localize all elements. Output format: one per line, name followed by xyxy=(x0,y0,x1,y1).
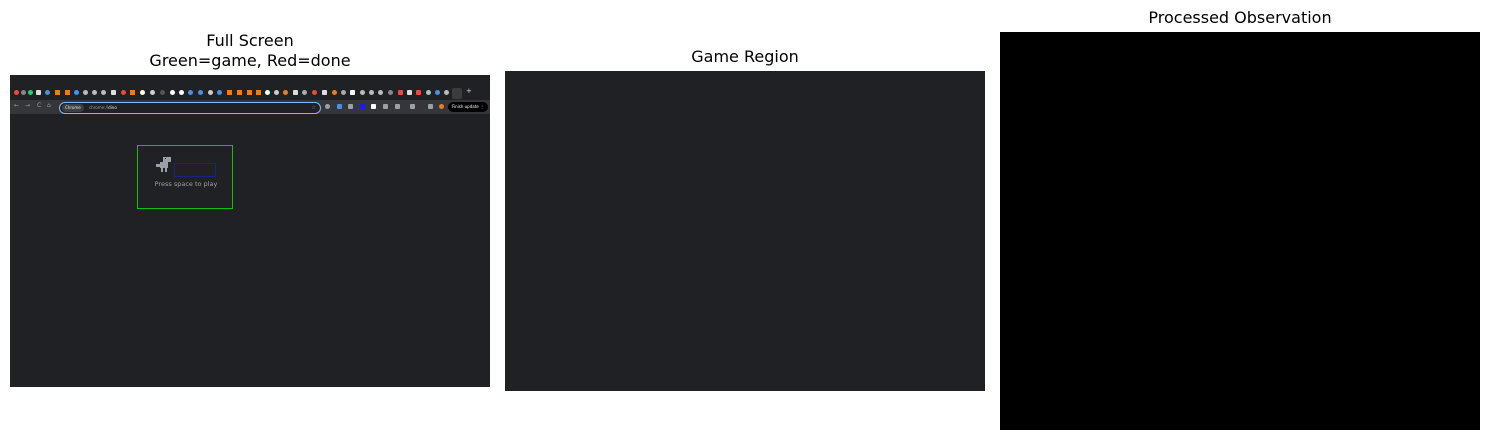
processed-observation-title: Processed Observation xyxy=(1148,8,1332,27)
tab-favicon-icon[interactable] xyxy=(160,90,165,95)
finish-update-button[interactable]: Finish update ⋮ xyxy=(448,102,488,112)
game-region-panel xyxy=(505,71,985,391)
tab-favicon-icon[interactable] xyxy=(312,90,317,95)
tab-favicon-icon[interactable] xyxy=(227,90,232,95)
tab-favicon-icon[interactable] xyxy=(55,90,60,95)
processed-observation-panel xyxy=(1000,32,1480,430)
home-icon[interactable]: ⌂ xyxy=(47,102,51,109)
tab-favicon-icon[interactable] xyxy=(416,90,421,95)
back-icon[interactable]: ← xyxy=(14,102,19,109)
tab-favicon-icon[interactable] xyxy=(426,90,431,95)
tab-favicon-icon[interactable] xyxy=(140,90,145,95)
tab-favicon-icon[interactable] xyxy=(83,90,88,95)
tab-favicon-icon[interactable] xyxy=(283,90,288,95)
extension-icon[interactable] xyxy=(325,104,330,109)
full-screen-title: Full Screen Green=game, Red=done xyxy=(10,31,490,71)
tab-favicon-icon[interactable] xyxy=(28,90,33,95)
new-tab-button[interactable]: + xyxy=(466,87,472,95)
url-prefix: chrome:// xyxy=(89,105,109,110)
tab-favicon-icon[interactable] xyxy=(322,90,327,95)
game-region-title: Game Region xyxy=(691,47,799,66)
browser-tab-bar: + xyxy=(10,87,490,100)
full-screen-title-line1: Full Screen xyxy=(206,31,294,50)
done-bounding-box xyxy=(174,163,216,177)
press-space-prompt: Press space to play xyxy=(154,180,218,188)
tab-favicon-icon[interactable] xyxy=(217,90,222,95)
profile-avatar-icon[interactable] xyxy=(439,104,444,109)
tab-favicon-icon[interactable] xyxy=(237,90,242,95)
tab-favicon-icon[interactable] xyxy=(21,90,26,95)
tab-favicon-icon[interactable] xyxy=(121,90,126,95)
tab-favicon-icon[interactable] xyxy=(170,90,175,95)
tab-favicon-icon[interactable] xyxy=(101,90,106,95)
tab-favicon-icon[interactable] xyxy=(150,90,155,95)
tab-favicon-icon[interactable] xyxy=(188,90,193,95)
tab-favicon-icon[interactable] xyxy=(388,90,393,95)
tab-favicon-icon[interactable] xyxy=(45,90,50,95)
tab-favicon-icon[interactable] xyxy=(378,90,383,95)
full-screen-panel: + ← → C ⌂ Chrome chrome://dino ☆ Finish … xyxy=(10,75,490,387)
tab-favicon-icon[interactable] xyxy=(208,90,213,95)
tab-favicon-icon[interactable] xyxy=(274,90,279,95)
tab-favicon-icon[interactable] xyxy=(332,90,337,95)
tab-favicon-icon[interactable] xyxy=(302,90,307,95)
tab-favicon-icon[interactable] xyxy=(179,90,184,95)
extension-icon[interactable] xyxy=(371,104,376,109)
bookmark-star-icon[interactable]: ☆ xyxy=(312,103,316,113)
extension-icon[interactable] xyxy=(383,104,388,109)
site-info-chip[interactable]: Chrome xyxy=(62,104,84,112)
extension-icon[interactable] xyxy=(337,104,342,109)
extension-icon[interactable] xyxy=(360,104,365,109)
active-tab[interactable] xyxy=(452,88,462,99)
tab-favicon-icon[interactable] xyxy=(14,90,19,95)
os-top-strip xyxy=(10,75,490,85)
tab-favicon-icon[interactable] xyxy=(369,90,374,95)
tab-favicon-icon[interactable] xyxy=(360,90,365,95)
url-path: dino xyxy=(108,105,117,110)
tab-favicon-icon[interactable] xyxy=(130,90,135,95)
tab-favicon-icon[interactable] xyxy=(65,90,70,95)
tab-favicon-icon[interactable] xyxy=(407,90,412,95)
extension-icon[interactable] xyxy=(395,104,400,109)
game-bounding-box: Press space to play xyxy=(137,145,233,209)
tab-favicon-icon[interactable] xyxy=(92,90,97,95)
tab-favicon-icon[interactable] xyxy=(36,90,41,95)
tab-favicon-icon[interactable] xyxy=(111,90,116,95)
dino-icon xyxy=(156,157,171,172)
tab-favicon-icon[interactable] xyxy=(398,90,403,95)
full-screen-title-line2: Green=game, Red=done xyxy=(149,51,351,70)
tab-favicon-icon[interactable] xyxy=(435,90,440,95)
tab-favicon-icon[interactable] xyxy=(198,90,203,95)
url-text[interactable]: chrome://dino xyxy=(89,103,117,113)
tab-favicon-icon[interactable] xyxy=(444,90,449,95)
reload-icon[interactable]: C xyxy=(37,102,41,109)
forward-icon[interactable]: → xyxy=(25,102,30,109)
tab-favicon-icon[interactable] xyxy=(256,90,261,95)
tab-favicon-icon[interactable] xyxy=(265,90,270,95)
tab-favicon-icon[interactable] xyxy=(293,90,298,95)
tab-favicon-icon[interactable] xyxy=(74,90,79,95)
extension-icon[interactable] xyxy=(410,104,415,109)
browser-toolbar: ← → C ⌂ Chrome chrome://dino ☆ Finish up… xyxy=(10,100,490,114)
extension-icon[interactable] xyxy=(348,104,353,109)
tab-favicon-icon[interactable] xyxy=(247,90,252,95)
tab-favicon-icon[interactable] xyxy=(341,90,346,95)
tab-favicon-icon[interactable] xyxy=(350,90,355,95)
address-bar[interactable]: Chrome chrome://dino ☆ xyxy=(59,102,321,114)
extension-icon[interactable] xyxy=(428,104,433,109)
